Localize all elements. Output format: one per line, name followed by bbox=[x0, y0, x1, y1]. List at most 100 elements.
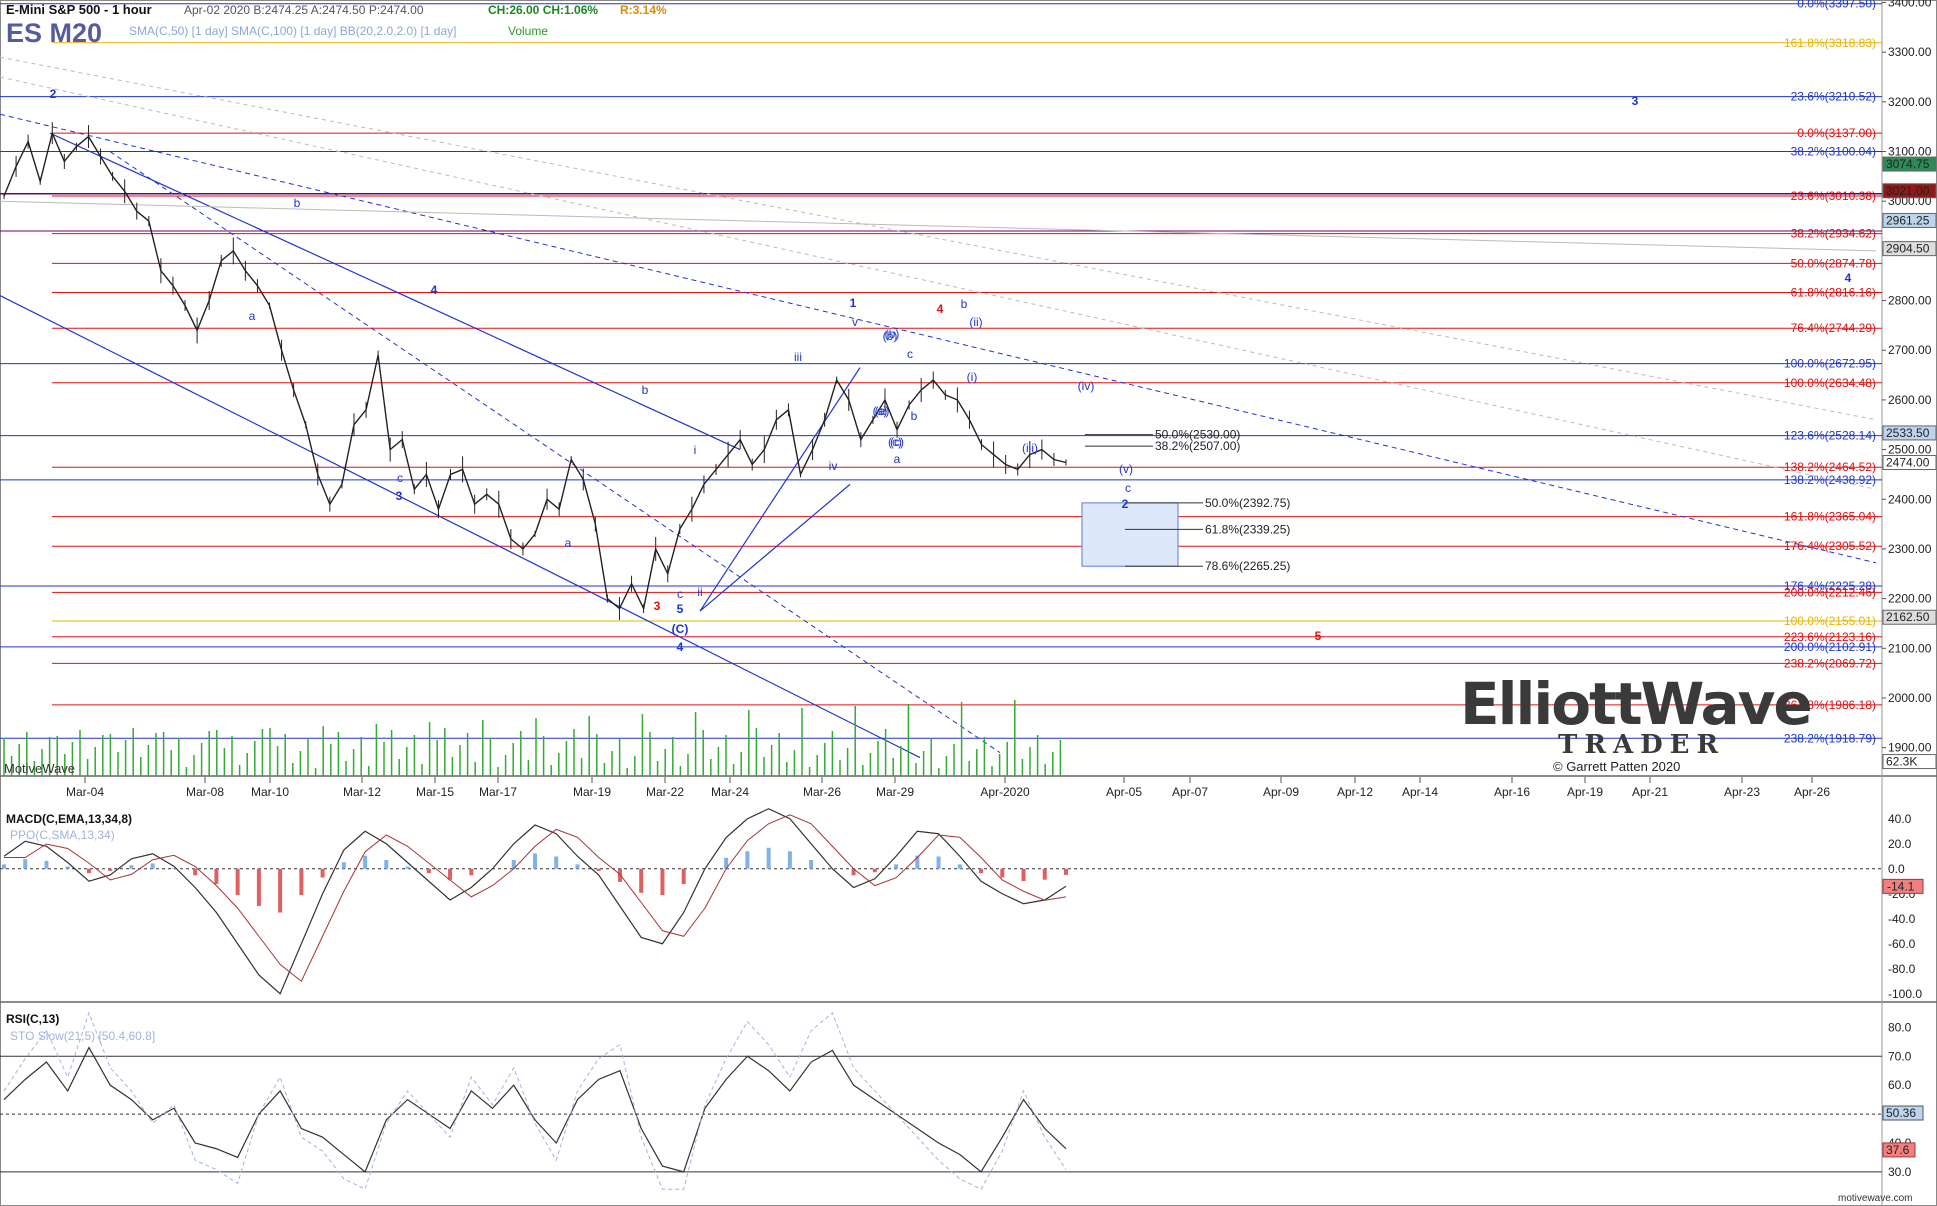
price-tick-label: 3400.00 bbox=[1888, 0, 1932, 9]
price-badge-label: 3021.00 bbox=[1886, 184, 1930, 198]
motivewave-label: MotiveWave bbox=[4, 761, 76, 776]
fib-level-label: 161.8%(2365.04) bbox=[1784, 510, 1876, 524]
rsi-subtitle: STO Slow(21,5) [50.4,60.8] bbox=[10, 1029, 155, 1043]
wave-label: a bbox=[565, 536, 572, 550]
wave-label: 3 bbox=[1632, 94, 1639, 108]
fib-level-label: 100.0%(2672.95) bbox=[1784, 357, 1876, 371]
retracement-label: 50.0%(2392.75) bbox=[1205, 496, 1290, 510]
macd-tick-label: -80.0 bbox=[1888, 962, 1916, 976]
price-badge-label: 2474.00 bbox=[1886, 455, 1930, 469]
x-tick-label: Mar-22 bbox=[646, 785, 684, 799]
fib-level-label: 50.0%(2874.78) bbox=[1791, 256, 1876, 270]
fib-level-label: 100.0%(2634.48) bbox=[1784, 376, 1876, 390]
rsi-tick-label: 60.0 bbox=[1888, 1078, 1912, 1092]
x-tick-label: Mar-12 bbox=[343, 785, 381, 799]
price-tick-label: 2000.00 bbox=[1888, 691, 1932, 705]
retracement-box bbox=[1081, 502, 1179, 567]
change-line: CH:26.00 CH:1.06% bbox=[488, 3, 599, 17]
x-tick-label: Apr-12 bbox=[1337, 785, 1373, 799]
range-line: R:3.14% bbox=[620, 3, 667, 17]
chart-canvas[interactable]: 0.0%(3397.50) 161.8%(3318.83) 23.6%(3210.5… bbox=[0, 0, 1937, 1206]
trendline bbox=[0, 295, 921, 759]
x-tick-label: Apr-19 bbox=[1567, 785, 1603, 799]
fib-level-label: 138.2%(2438.92) bbox=[1784, 473, 1876, 487]
quote-line: Apr-02 2020 B:2474.25 A:2474.50 P:2474.0… bbox=[184, 3, 424, 17]
wave-label: b bbox=[961, 297, 968, 311]
trendline bbox=[109, 151, 1001, 754]
wave-label: a bbox=[894, 452, 901, 466]
fib-level-label: 238.2%(2069.72) bbox=[1784, 656, 1876, 670]
price-tick-label: 2300.00 bbox=[1888, 542, 1932, 556]
wave-label: b bbox=[642, 383, 649, 397]
price-tick-label: 2700.00 bbox=[1888, 343, 1932, 357]
brand-wordmark: ElliottWave bbox=[1460, 670, 1813, 738]
macd-tick-label: -60.0 bbox=[1888, 937, 1916, 951]
chart-window: 0.0%(3397.50) 161.8%(3318.83) 23.6%(3210.5… bbox=[0, 0, 1937, 1206]
x-tick-label: Apr-14 bbox=[1402, 785, 1438, 799]
x-tick-label: Apr-21 bbox=[1632, 785, 1668, 799]
rsi-current-label: 50.36 bbox=[1886, 1106, 1916, 1120]
fib-level-label: 23.6%(3010.38) bbox=[1791, 189, 1876, 203]
wave-label: ii bbox=[697, 585, 702, 599]
window-title: E-Mini S&P 500 - 1 hour bbox=[6, 2, 152, 17]
volume-legend: Volume bbox=[508, 24, 549, 38]
macd-tick-label: -100.0 bbox=[1888, 987, 1922, 1001]
x-tick-label: Apr-05 bbox=[1106, 785, 1142, 799]
symbol-label: ES M20 bbox=[6, 18, 103, 48]
fib-level-label: 38.2%(3100.04) bbox=[1791, 144, 1876, 158]
rsi-tick-label: 70.0 bbox=[1888, 1049, 1912, 1063]
price-badge-label: 2904.50 bbox=[1886, 242, 1930, 256]
wave-label: c bbox=[1125, 481, 1131, 495]
wave-label: 4 bbox=[677, 640, 684, 654]
wave-label: c bbox=[907, 347, 913, 361]
x-tick-label: Apr-23 bbox=[1724, 785, 1760, 799]
wave-label: 1 bbox=[850, 296, 857, 310]
rsi-current-label: 37.6 bbox=[1886, 1143, 1910, 1157]
wave-label: 4 bbox=[937, 302, 944, 316]
wave-label: (a) bbox=[873, 404, 888, 418]
fib-level-label: 200.0%(2102.91) bbox=[1784, 640, 1876, 654]
brand-subtitle: TRADER bbox=[1558, 730, 1726, 760]
price-tick-label: 2100.00 bbox=[1888, 641, 1932, 655]
price-tick-label: 2800.00 bbox=[1888, 294, 1932, 308]
rsi-title: RSI(C,13) bbox=[6, 1012, 59, 1026]
fib-level-label: 0.0%(3137.00) bbox=[1797, 126, 1876, 140]
rsi-line bbox=[3, 1046, 1067, 1173]
x-tick-label: Apr-26 bbox=[1794, 785, 1830, 799]
x-tick-label: Mar-17 bbox=[479, 785, 517, 799]
price-tick-label: 3200.00 bbox=[1888, 95, 1932, 109]
wave-label: (ii) bbox=[969, 315, 982, 329]
x-tick-label: Apr-2020 bbox=[980, 785, 1030, 799]
wave-label: 5 bbox=[1315, 629, 1322, 643]
wave-label: 3 bbox=[396, 489, 403, 503]
trendline bbox=[0, 113, 1877, 564]
x-tick-label: Mar-19 bbox=[573, 785, 611, 799]
bollinger-hint bbox=[0, 56, 1877, 421]
fib-level-label: 76.4%(2744.29) bbox=[1791, 321, 1876, 335]
fib-level-label: 100.0%(2155.01) bbox=[1784, 614, 1876, 628]
macd-tick-label: 0.0 bbox=[1888, 862, 1905, 876]
price-badge-label: 62.3K bbox=[1886, 755, 1917, 769]
x-tick-label: Mar-10 bbox=[251, 785, 289, 799]
x-tick-label: Apr-09 bbox=[1263, 785, 1299, 799]
wave-label: v bbox=[852, 315, 858, 329]
rsi-tick-label: 80.0 bbox=[1888, 1020, 1912, 1034]
price-badge-label: 2533.50 bbox=[1886, 426, 1930, 440]
fib-level-label: 38.2%(2934.62) bbox=[1791, 227, 1876, 241]
retracement-label: 38.2%(2507.00) bbox=[1155, 439, 1240, 453]
wave-label: 2 bbox=[1122, 497, 1129, 511]
wave-label: a bbox=[249, 309, 256, 323]
macd-tick-label: -40.0 bbox=[1888, 912, 1916, 926]
indicator-legend: SMA(C,50) [1 day] SMA(C,100) [1 day] BB(… bbox=[129, 24, 457, 38]
x-tick-label: Apr-07 bbox=[1172, 785, 1208, 799]
price-tick-label: 1900.00 bbox=[1888, 741, 1932, 755]
trendline bbox=[699, 367, 861, 612]
wave-label: (b) bbox=[883, 329, 898, 343]
outer-frame bbox=[0, 0, 1937, 1206]
macd-title: MACD(C,EMA,13,34,8) bbox=[6, 812, 132, 826]
macd-current-label: -14.1 bbox=[1887, 879, 1915, 893]
wave-label: 2 bbox=[50, 87, 57, 101]
price-tick-label: 2500.00 bbox=[1888, 443, 1932, 457]
x-tick-label: Mar-04 bbox=[66, 785, 104, 799]
wave-label: 5 bbox=[677, 602, 684, 616]
